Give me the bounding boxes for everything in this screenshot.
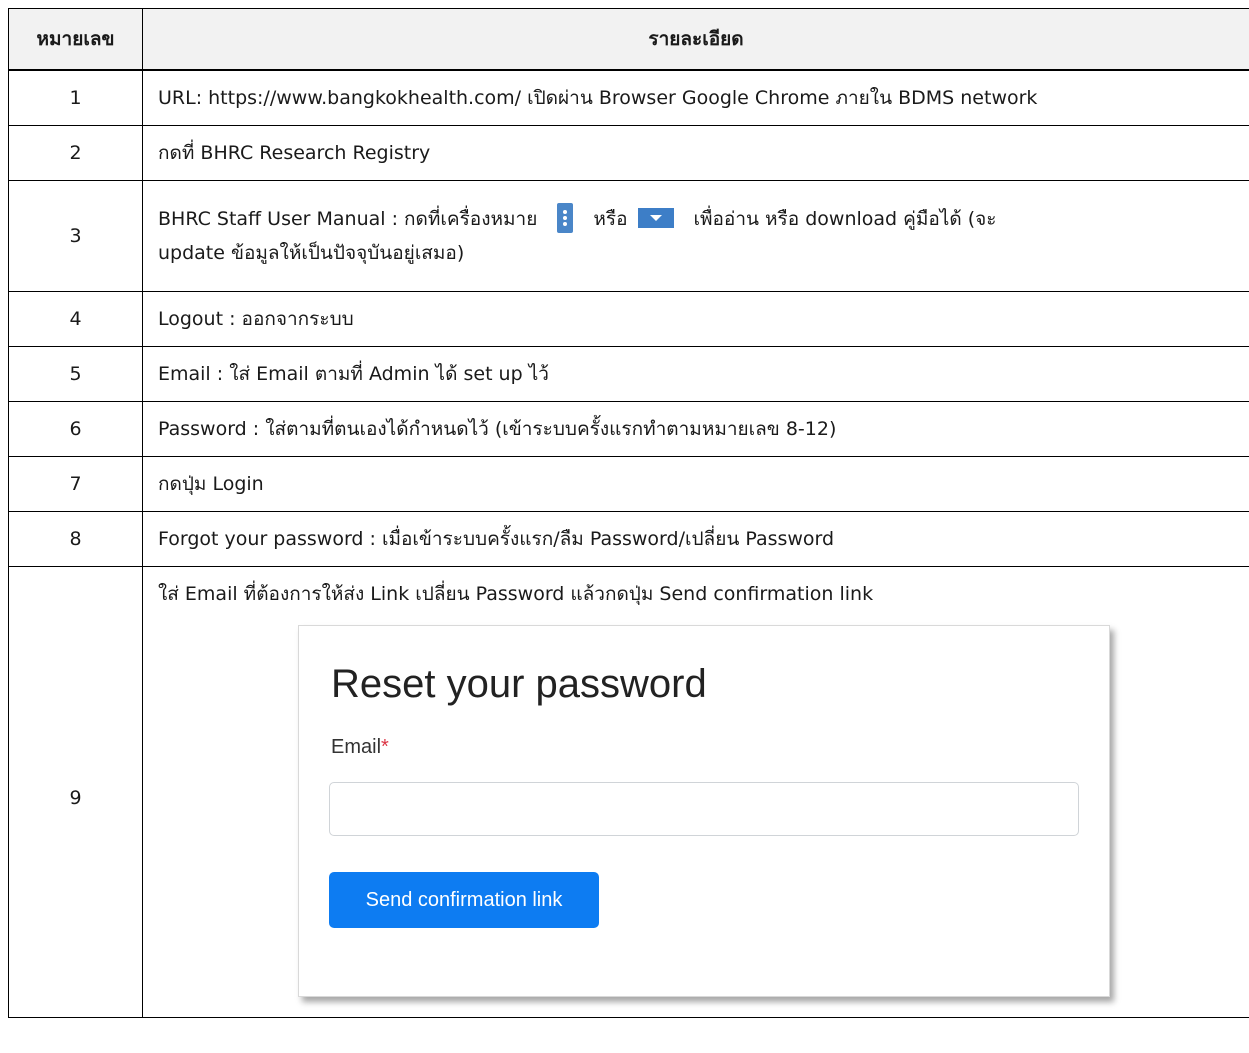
row-description: BHRC Staff User Manual : กดที่เครื่องหมา… (142, 180, 1249, 292)
row-description: ใส่ Email ที่ต้องการให้ส่ง Link เปลี่ยน … (142, 566, 1249, 1018)
required-mark: * (381, 736, 389, 758)
row-description-line-1: BHRC Staff User Manual : กดที่เครื่องหมา… (158, 202, 1239, 236)
row-description: กดปุ่ม Login (142, 456, 1249, 512)
row-number: 6 (8, 401, 143, 457)
caret-down-icon (637, 207, 674, 228)
reset-password-title: Reset your password (331, 662, 707, 706)
row-description-text: ใส่ Email ที่ต้องการให้ส่ง Link เปลี่ยน … (158, 583, 874, 605)
send-confirmation-link-button[interactable]: Send confirmation link (329, 872, 599, 928)
row-number: 3 (8, 180, 143, 292)
row-number: 2 (8, 125, 143, 181)
row-description: Email : ใส่ Email ตามที่ Admin ได้ set u… (142, 346, 1249, 402)
table-row: 6 Password : ใส่ตามที่ตนเองได้กำหนดไว้ (… (8, 401, 1249, 457)
table-row: 1 URL: https://www.bangkokhealth.com/ เป… (8, 69, 1249, 126)
row-number: 1 (8, 69, 143, 126)
table-row: 9 ใส่ Email ที่ต้องการให้ส่ง Link เปลี่ย… (8, 566, 1249, 1018)
table-row: 7 กดปุ่ม Login (8, 456, 1249, 512)
kebab-menu-icon (557, 202, 574, 233)
text-before-icon: BHRC Staff User Manual : กดที่เครื่องหมา… (158, 208, 538, 230)
header-number: หมายเลข (8, 8, 143, 71)
table-row: 3 BHRC Staff User Manual : กดที่เครื่องห… (8, 180, 1249, 292)
row-number: 9 (8, 566, 143, 1018)
row-description: กดที่ BHRC Research Registry (142, 125, 1249, 181)
email-input[interactable] (329, 782, 1079, 836)
email-label: Email* (331, 736, 389, 759)
email-label-text: Email (331, 736, 382, 758)
row-number: 5 (8, 346, 143, 402)
table-row: 8 Forgot your password : เมื่อเข้าระบบคร… (8, 511, 1249, 567)
row-description: URL: https://www.bangkokhealth.com/ เปิด… (142, 69, 1249, 126)
header-row: หมายเลข รายละเอียด (8, 8, 1249, 71)
row-description: Forgot your password : เมื่อเข้าระบบครั้… (142, 511, 1249, 567)
reset-password-screenshot: Reset your password Email* Send confirma… (298, 625, 1110, 997)
text-between-icons: หรือ (593, 208, 628, 230)
table-row: 2 กดที่ BHRC Research Registry (8, 125, 1249, 181)
table-row: 5 Email : ใส่ Email ตามที่ Admin ได้ set… (8, 346, 1249, 402)
manual-table: หมายเลข รายละเอียด 1 URL: https://www.ba… (8, 8, 1249, 1018)
row-description: Password : ใส่ตามที่ตนเองได้กำหนดไว้ (เข… (142, 401, 1249, 457)
header-detail: รายละเอียด (142, 8, 1249, 71)
text-after-icon: เพื่ออ่าน หรือ download คู่มือได้ (จะ (693, 208, 997, 230)
row-number: 8 (8, 511, 143, 567)
table-row: 4 Logout : ออกจากระบบ (8, 291, 1249, 347)
row-description: Logout : ออกจากระบบ (142, 291, 1249, 347)
row-number: 4 (8, 291, 143, 347)
row-description-line-2: update ข้อมูลให้เป็นปัจจุบันอยู่เสมอ) (158, 242, 465, 264)
row-number: 7 (8, 456, 143, 512)
